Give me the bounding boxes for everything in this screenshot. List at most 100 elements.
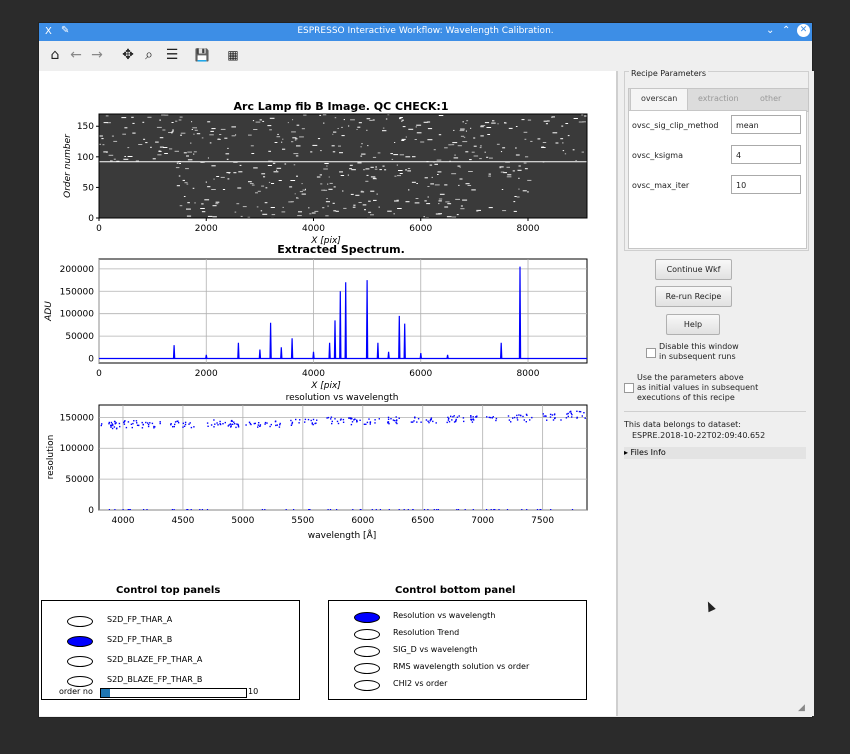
image-streak xyxy=(187,151,192,153)
image-streak xyxy=(138,144,143,145)
image-streak xyxy=(99,143,101,145)
image-streak xyxy=(298,211,302,213)
image-streak xyxy=(323,168,328,170)
data-point xyxy=(290,424,293,426)
image-streak xyxy=(320,183,323,185)
resize-grip-icon[interactable]: ◢ xyxy=(798,703,808,713)
back-icon[interactable]: ← xyxy=(67,46,85,64)
image-streak xyxy=(293,164,296,166)
data-point xyxy=(184,423,187,426)
use-parameters-checkbox[interactable] xyxy=(624,383,634,393)
home-icon[interactable]: ⌂ xyxy=(46,46,64,64)
data-point xyxy=(114,423,116,425)
x-tick-label: 6000 xyxy=(409,369,432,379)
data-point xyxy=(285,509,287,510)
image-streak xyxy=(183,152,187,154)
image-streak xyxy=(545,123,548,125)
image-streak xyxy=(401,140,405,141)
data-point xyxy=(560,419,562,421)
image-streak xyxy=(401,138,406,140)
slider-value: 10 xyxy=(248,687,259,696)
image-streak xyxy=(466,120,469,122)
param-ksigma-field[interactable]: 4 xyxy=(731,145,801,164)
data-point xyxy=(430,418,432,421)
radio-s2d-blaze-fp-thar-b[interactable] xyxy=(67,676,93,687)
image-streak xyxy=(414,202,420,204)
zoom-icon[interactable]: ⌕ xyxy=(140,46,158,64)
image-streak xyxy=(251,184,255,186)
tab-extraction[interactable]: extraction xyxy=(698,94,739,103)
image-streak xyxy=(102,144,105,146)
data-point xyxy=(171,509,173,510)
control-top-box: S2D_FP_THAR_A S2D_FP_THAR_B S2D_BLAZE_FP… xyxy=(41,600,300,700)
help-button[interactable]: Help xyxy=(666,314,720,335)
data-point xyxy=(458,415,460,417)
data-point xyxy=(224,421,226,424)
image-streak xyxy=(502,147,506,149)
tab-other[interactable]: other xyxy=(760,94,781,103)
radio-resolution-vs-wavelength[interactable] xyxy=(354,612,380,623)
data-point xyxy=(579,411,582,413)
image-streak xyxy=(314,210,319,212)
data-point xyxy=(470,416,472,418)
radio-resolution-trend[interactable] xyxy=(354,629,380,640)
radio-chi2-vs-order[interactable] xyxy=(354,680,380,691)
data-point xyxy=(110,424,112,427)
image-streak xyxy=(267,125,272,127)
data-point xyxy=(423,509,426,510)
x-tick-label: 7500 xyxy=(531,516,554,526)
data-point xyxy=(159,422,161,425)
forward-icon[interactable]: → xyxy=(88,46,106,64)
data-point xyxy=(453,415,455,417)
pan-icon[interactable]: ✥ xyxy=(119,46,137,64)
image-streak xyxy=(234,211,237,213)
files-info-expander[interactable]: ▸ Files Info xyxy=(624,447,806,459)
image-streak xyxy=(496,143,500,145)
image-streak xyxy=(437,174,439,175)
configure-subplots-icon[interactable]: ☰ xyxy=(163,46,181,64)
image-streak xyxy=(259,119,262,121)
data-point xyxy=(489,416,492,419)
data-point xyxy=(193,426,195,428)
data-point xyxy=(472,416,474,418)
image-streak xyxy=(393,213,395,215)
image-streak xyxy=(527,119,532,121)
image-streak xyxy=(454,154,456,156)
image-streak xyxy=(405,156,411,158)
image-streak xyxy=(399,118,402,120)
close-icon[interactable]: ✕ xyxy=(797,24,810,37)
image-streak xyxy=(185,168,189,170)
tab-overscan[interactable]: overscan xyxy=(630,88,689,110)
image-streak xyxy=(179,163,181,164)
param-max-iter-field[interactable]: 10 xyxy=(731,175,801,194)
image-streak xyxy=(457,145,462,147)
data-point xyxy=(363,423,366,425)
data-point xyxy=(565,417,568,419)
radio-s2d-blaze-fp-thar-a[interactable] xyxy=(67,656,93,667)
data-point xyxy=(546,419,548,421)
radio-s2d-fp-thar-a[interactable] xyxy=(67,616,93,627)
data-point xyxy=(149,422,151,424)
radio-s2d-fp-thar-b[interactable] xyxy=(67,636,93,647)
maximize-icon[interactable]: ⌃ xyxy=(782,25,790,36)
radio-sig-d-vs-wavelength[interactable] xyxy=(354,646,380,657)
image-streak xyxy=(251,153,255,154)
save-icon[interactable]: 💾 xyxy=(193,46,211,64)
image-streak xyxy=(469,159,472,161)
image-streak xyxy=(407,170,411,172)
data-point xyxy=(566,413,568,415)
image-streak xyxy=(460,135,465,137)
image-streak xyxy=(438,198,443,200)
minimize-icon[interactable]: ⌄ xyxy=(766,25,774,36)
continue-workflow-button[interactable]: Continue Wkf xyxy=(655,259,732,280)
param-sig-clip-method-field[interactable]: mean xyxy=(731,115,801,134)
data-point xyxy=(187,509,189,510)
rerun-recipe-button[interactable]: Re-run Recipe xyxy=(655,286,732,307)
image-streak xyxy=(122,133,126,135)
edit-axes-icon[interactable]: ▦ xyxy=(224,46,242,64)
radio-rms-vs-order[interactable] xyxy=(354,663,380,674)
order-slider[interactable] xyxy=(100,688,247,698)
image-streak xyxy=(501,189,504,190)
image-streak xyxy=(171,122,174,123)
disable-window-checkbox[interactable] xyxy=(646,348,656,358)
